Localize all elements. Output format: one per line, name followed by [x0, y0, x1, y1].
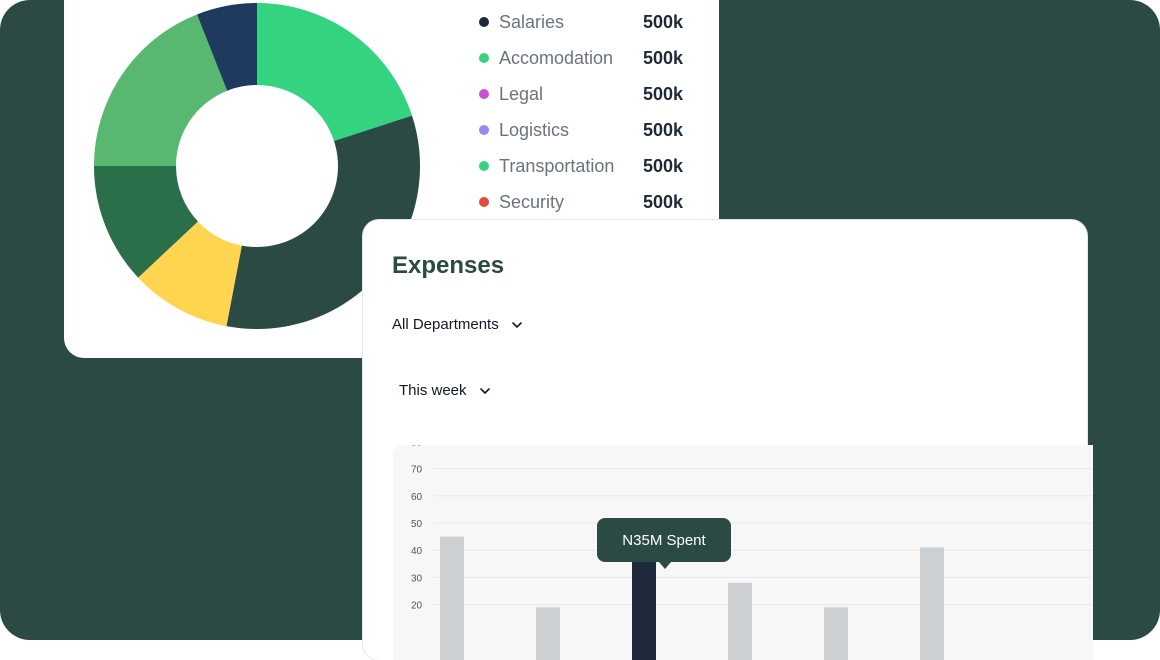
- chevron-down-icon: [479, 387, 490, 394]
- legend-value: 500k: [643, 191, 684, 212]
- bar[interactable]: [536, 607, 560, 660]
- legend-value: 500k: [643, 47, 684, 68]
- legend-value: 500k: [643, 11, 684, 32]
- legend-dot: [479, 17, 489, 27]
- y-tick-label: 50: [411, 519, 423, 530]
- department-dropdown-label: All Departments: [392, 316, 499, 333]
- y-tick-label: 30: [411, 573, 423, 584]
- expenses-chart-panel: 80 70 60 50 40 30 20: [393, 445, 1093, 660]
- legend-item: Logistics 500k: [479, 112, 719, 148]
- legend-value: 500k: [643, 83, 684, 104]
- department-dropdown[interactable]: All Departments: [392, 316, 523, 333]
- budget-legend: Salaries 500k Accomodation 500k Legal 50…: [479, 4, 719, 220]
- expenses-title: Expenses: [392, 252, 505, 279]
- legend-dot: [479, 89, 489, 99]
- period-dropdown-label: This week: [399, 382, 467, 399]
- legend-item: Legal 500k: [479, 76, 719, 112]
- y-tick-label: 80: [411, 445, 423, 448]
- y-tick-label: 40: [411, 546, 423, 557]
- legend-dot: [479, 53, 489, 63]
- legend-value: 500k: [643, 155, 684, 176]
- legend-label: Salaries: [499, 11, 565, 32]
- tooltip-arrow: [659, 562, 671, 569]
- donut-segment: [257, 3, 413, 141]
- chevron-down-icon: [511, 321, 522, 328]
- legend-label: Transportation: [499, 155, 615, 176]
- legend-label: Security: [499, 191, 565, 212]
- tooltip-text: N35M Spent: [622, 531, 706, 549]
- bar[interactable]: [728, 582, 752, 660]
- bar[interactable]: [440, 536, 464, 660]
- y-tick-label: 60: [411, 492, 423, 503]
- bar-tooltip: N35M Spent: [597, 518, 731, 569]
- legend-item: Accomodation 500k: [479, 40, 719, 76]
- y-tick-label: 20: [411, 601, 423, 612]
- legend-item: Transportation 500k: [479, 148, 719, 184]
- legend-value: 500k: [643, 119, 684, 140]
- bar[interactable]: [632, 561, 656, 660]
- bar[interactable]: [920, 547, 944, 660]
- expenses-bar-chart: 80 70 60 50 40 30 20: [411, 445, 1093, 660]
- legend-item: Salaries 500k: [479, 4, 719, 40]
- legend-dot: [479, 125, 489, 135]
- bar[interactable]: [824, 607, 848, 660]
- legend-dot: [479, 197, 489, 207]
- legend-item: Security 500k: [479, 184, 719, 220]
- expenses-card: Expenses All Departments This week 80 70 6…: [363, 220, 1093, 660]
- legend-label: Accomodation: [499, 47, 614, 68]
- period-dropdown[interactable]: This week: [399, 382, 491, 399]
- legend-label: Logistics: [499, 119, 570, 140]
- legend-label: Legal: [499, 83, 544, 104]
- y-tick-label: 70: [411, 465, 423, 476]
- legend-dot: [479, 161, 489, 171]
